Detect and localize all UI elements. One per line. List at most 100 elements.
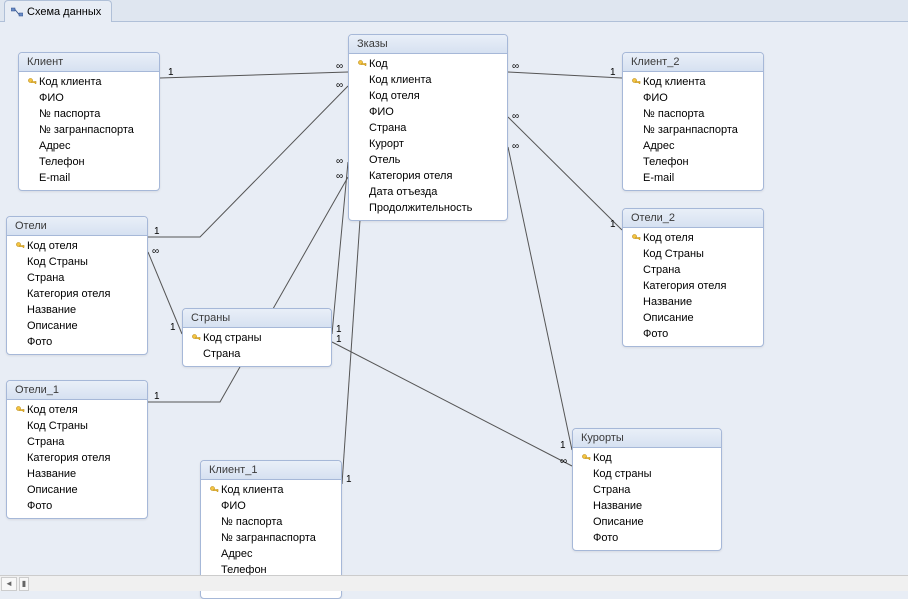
table-field[interactable]: Страна [349,120,507,136]
table-field[interactable]: Продолжительность [349,200,507,216]
svg-text:1: 1 [610,67,616,78]
field-label: Код страны [593,467,652,481]
table-header[interactable]: Отели [7,217,147,236]
table-oteli[interactable]: Отели Код отеляКод СтраныСтранаКатегория … [6,216,148,355]
table-field[interactable]: Фото [623,326,763,342]
table-field[interactable]: Название [573,498,721,514]
table-kurorty[interactable]: Курорты Код Код страны Страна Название Описан… [572,428,722,551]
table-field[interactable]: № паспорта [623,106,763,122]
table-header[interactable]: Клиент_2 [623,53,763,72]
table-field[interactable]: Код [573,450,721,466]
field-label: ФИО [221,499,246,513]
table-field[interactable]: Фото [7,334,147,350]
field-label: Фото [27,499,52,513]
table-header[interactable]: Курорты [573,429,721,448]
field-label: Страна [643,263,680,277]
table-field[interactable]: Код клиента [349,72,507,88]
table-field[interactable]: Отель [349,152,507,168]
table-field[interactable]: Фото [7,498,147,514]
table-field[interactable]: Код клиента [201,482,341,498]
primary-key-icon [355,60,369,69]
table-field[interactable]: Описание [573,514,721,530]
field-label: Страна [593,483,630,497]
table-field[interactable]: Код Страны [7,418,147,434]
table-field[interactable]: Категория отеля [349,168,507,184]
table-field[interactable]: Страна [183,346,331,362]
field-label: № загранпаспорта [221,531,316,545]
table-field[interactable]: Название [623,294,763,310]
table-header[interactable]: Зказы [349,35,507,54]
table-field[interactable]: Страна [7,270,147,286]
table-header[interactable]: Отели_2 [623,209,763,228]
field-label: Страна [27,435,64,449]
table-field[interactable]: № паспорта [19,106,159,122]
field-label: Категория отеля [369,169,452,183]
table-field[interactable]: Название [7,466,147,482]
table-field[interactable]: Страна [623,262,763,278]
table-field[interactable]: Код отеля [7,238,147,254]
table-field[interactable]: Категория отеля [7,286,147,302]
table-field[interactable]: ФИО [623,90,763,106]
table-header[interactable]: Клиент_1 [201,461,341,480]
table-field[interactable]: Код [349,56,507,72]
field-label: ФИО [369,105,394,119]
scroll-track[interactable]: ▮ [19,577,29,591]
table-field[interactable]: Код отеля [623,230,763,246]
primary-key-icon [579,454,593,463]
table-field[interactable]: ФИО [201,498,341,514]
field-label: Название [27,467,76,481]
table-field[interactable]: Телефон [623,154,763,170]
table-strany[interactable]: Страны Код страныСтрана [182,308,332,367]
table-field[interactable]: ФИО [19,90,159,106]
table-field[interactable]: Описание [623,310,763,326]
table-klient[interactable]: Клиент Код клиентаФИО№ паспорта№ загранпа… [18,52,160,191]
tab-relationships[interactable]: Схема данных [4,0,112,22]
table-field[interactable]: Код страны [573,466,721,482]
relationship-canvas[interactable]: 1∞ 1∞ 1∞ 1∞ 1∞ 1∞ 1∞ 1∞ 1∞ 1∞ КлиентКод … [0,22,908,591]
table-oteli_1[interactable]: Отели_1 Код отеляКод СтраныСтранаКатегори… [6,380,148,519]
table-field[interactable]: Адрес [201,546,341,562]
field-label: Описание [593,515,644,529]
table-field[interactable]: Описание [7,318,147,334]
table-field[interactable]: E-mail [19,170,159,186]
table-field[interactable]: Категория отеля [623,278,763,294]
table-field[interactable]: E-mail [623,170,763,186]
field-label: № загранпаспорта [643,123,738,137]
table-field[interactable]: Код Страны [623,246,763,262]
table-field[interactable]: Курорт [349,136,507,152]
table-field[interactable]: Телефон [19,154,159,170]
table-oteli_2[interactable]: Отели_2 Код отеляКод СтраныСтранаКатегори… [622,208,764,347]
table-zakazy[interactable]: Зказы КодКод клиентаКод отеляФИОСтранаКур… [348,34,508,221]
field-label: Адрес [643,139,675,153]
table-header[interactable]: Клиент [19,53,159,72]
scroll-left-button[interactable]: ◄ [1,577,17,591]
table-field[interactable]: № паспорта [201,514,341,530]
table-field[interactable]: Код Страны [7,254,147,270]
table-field[interactable]: Дата отъезда [349,184,507,200]
table-field[interactable]: Код клиента [623,74,763,90]
primary-key-icon [13,242,27,251]
table-field[interactable]: Код страны [183,330,331,346]
table-header[interactable]: Отели_1 [7,381,147,400]
table-field[interactable]: Адрес [623,138,763,154]
table-field[interactable]: Категория отеля [7,450,147,466]
table-field[interactable]: ФИО [349,104,507,120]
table-field[interactable]: Адрес [19,138,159,154]
table-field[interactable]: Код клиента [19,74,159,90]
field-label: Название [593,499,642,513]
horizontal-scrollbar[interactable]: ◄ ▮ [0,575,908,591]
field-label: Фото [593,531,618,545]
table-header[interactable]: Страны [183,309,331,328]
table-klient_2[interactable]: Клиент_2 Код клиентаФИО№ паспорта№ загран… [622,52,764,191]
table-field[interactable]: № загранпаспорта [623,122,763,138]
table-field[interactable]: Страна [573,482,721,498]
table-field[interactable]: Название [7,302,147,318]
table-field[interactable]: Страна [7,434,147,450]
field-label: Код [593,451,612,465]
table-field[interactable]: Описание [7,482,147,498]
table-field[interactable]: № загранпаспорта [201,530,341,546]
table-field[interactable]: Фото [573,530,721,546]
table-field[interactable]: Код отеля [349,88,507,104]
table-field[interactable]: Код отеля [7,402,147,418]
table-field[interactable]: № загранпаспорта [19,122,159,138]
